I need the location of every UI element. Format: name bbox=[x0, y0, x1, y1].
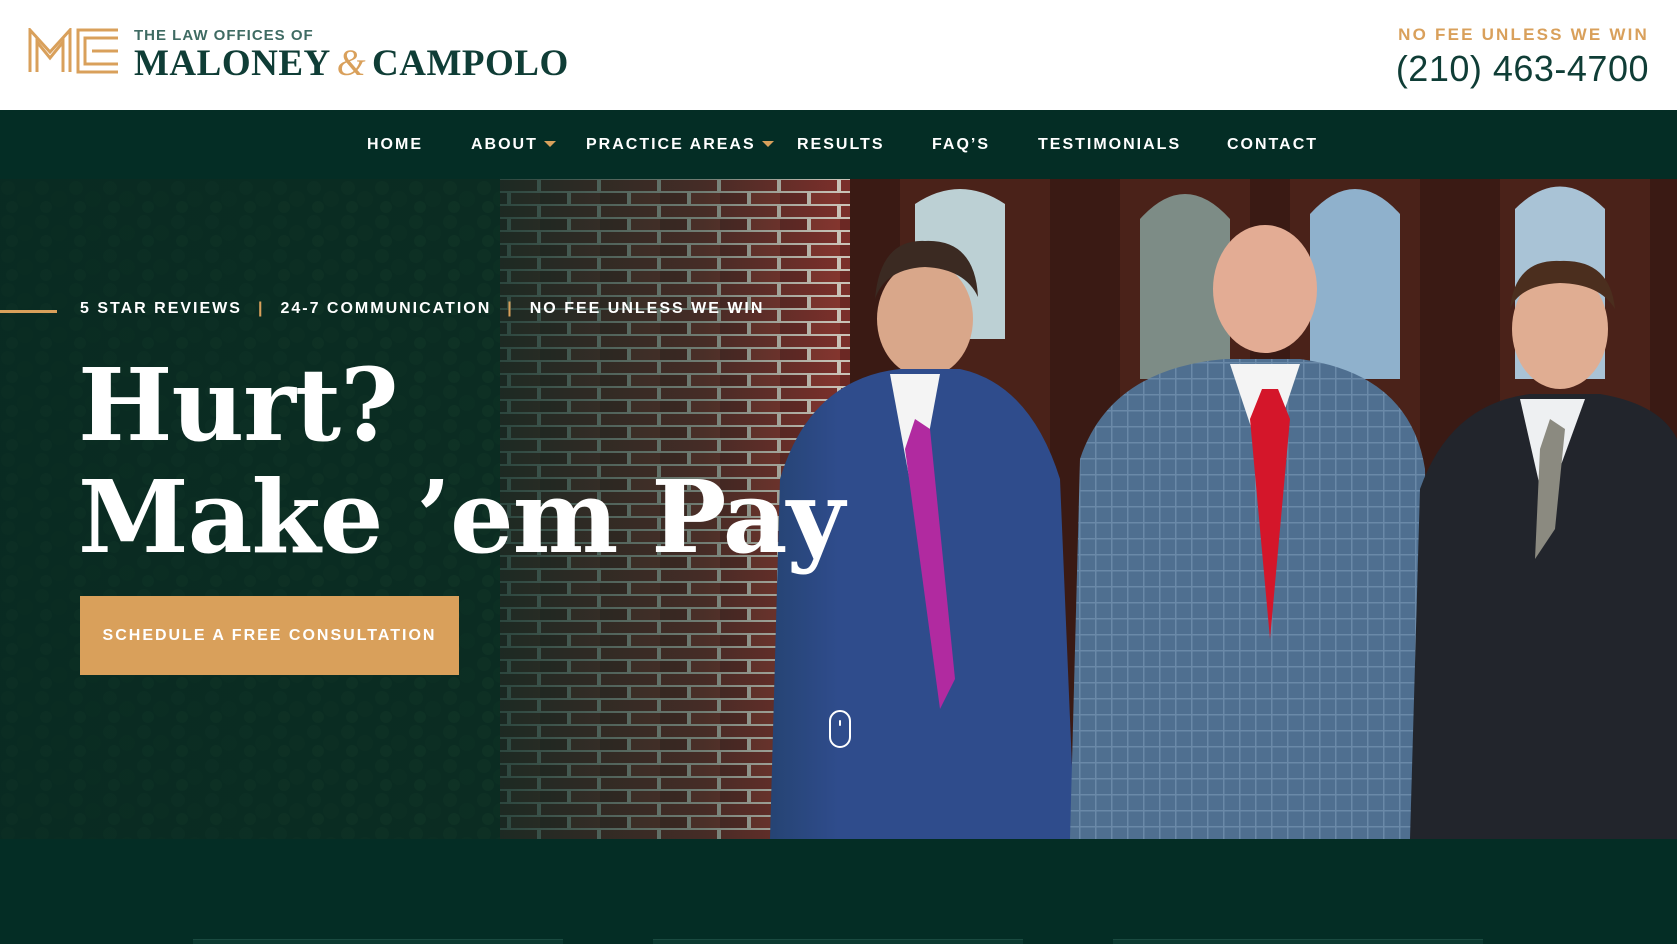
tagline-separator: | bbox=[507, 300, 514, 317]
tagline-separator: | bbox=[257, 300, 265, 317]
nav-item-label: HOME bbox=[367, 135, 423, 153]
site-header: THE LAW OFFICES OF MALONEY & CAMPOLO NO FE… bbox=[0, 0, 1677, 110]
hero-taglines: 5 STAR REVIEWS | 24-7 COMMUNICATION | NO… bbox=[80, 300, 764, 318]
tagline-no-fee: NO FEE UNLESS WE WIN bbox=[529, 300, 765, 317]
header-contact: NO FEE UNLESS WE WIN (210) 463-4700 bbox=[1396, 24, 1649, 90]
nav-item-label: ABOUT bbox=[471, 135, 538, 153]
nav-item-label: TESTIMONIALS bbox=[1038, 135, 1182, 153]
scroll-wheel-dot bbox=[839, 720, 841, 726]
feature-card bbox=[1113, 939, 1483, 944]
main-navigation: HOME ABOUT PRACTICE AREAS RESULTS FAQ’S … bbox=[0, 110, 1677, 179]
nav-item-practice-areas[interactable]: PRACTICE AREAS bbox=[586, 110, 774, 179]
logo-firm-name: MALONEY & CAMPOLO bbox=[134, 44, 569, 84]
hero-heading-line-1: Hurt? bbox=[78, 346, 399, 464]
mc-monogram-logo bbox=[28, 28, 118, 74]
header-phone-link[interactable]: (210) 463-4700 bbox=[1396, 48, 1649, 90]
logo-name-right: CAMPOLO bbox=[372, 43, 569, 84]
tagline-accent-line bbox=[0, 310, 57, 313]
nav-item-faqs[interactable]: FAQ’S bbox=[932, 110, 990, 179]
nav-item-about[interactable]: ABOUT bbox=[471, 110, 556, 179]
hero-section: 5 STAR REVIEWS | 24-7 COMMUNICATION | NO… bbox=[0, 179, 1677, 839]
hero-heading: Hurt? Make ’em Pay bbox=[78, 346, 845, 576]
tagline-reviews: 5 STAR REVIEWS bbox=[80, 300, 242, 317]
nav-item-testimonials[interactable]: TESTIMONIALS bbox=[1038, 110, 1181, 179]
feature-card bbox=[653, 939, 1023, 944]
chevron-down-icon bbox=[761, 140, 774, 147]
site-logo[interactable]: THE LAW OFFICES OF MALONEY & CAMPOLO bbox=[28, 28, 569, 84]
nav-item-home[interactable]: HOME bbox=[367, 110, 423, 179]
schedule-consultation-button[interactable]: SCHEDULE A FREE CONSULTATION bbox=[80, 596, 459, 675]
feature-card bbox=[193, 939, 563, 944]
mouse-scroll-icon[interactable] bbox=[829, 710, 851, 748]
chevron-down-icon bbox=[543, 140, 556, 147]
hero-heading-line-2: Make ’em Pay bbox=[78, 458, 845, 576]
nav-item-contact[interactable]: CONTACT bbox=[1227, 110, 1318, 179]
logo-ampersand: & bbox=[336, 43, 367, 84]
nav-item-label: FAQ’S bbox=[932, 135, 991, 153]
features-section bbox=[0, 839, 1677, 944]
logo-subtitle: THE LAW OFFICES OF bbox=[134, 27, 314, 44]
header-fee-tagline: NO FEE UNLESS WE WIN bbox=[1398, 25, 1649, 44]
nav-item-results[interactable]: RESULTS bbox=[797, 110, 884, 179]
nav-item-label: PRACTICE AREAS bbox=[586, 135, 756, 153]
logo-name-left: MALONEY bbox=[134, 43, 331, 84]
tagline-communication: 24-7 COMMUNICATION bbox=[280, 300, 492, 317]
nav-item-label: CONTACT bbox=[1227, 135, 1319, 153]
logo-text: THE LAW OFFICES OF MALONEY & CAMPOLO bbox=[134, 28, 569, 84]
nav-item-label: RESULTS bbox=[797, 135, 885, 153]
